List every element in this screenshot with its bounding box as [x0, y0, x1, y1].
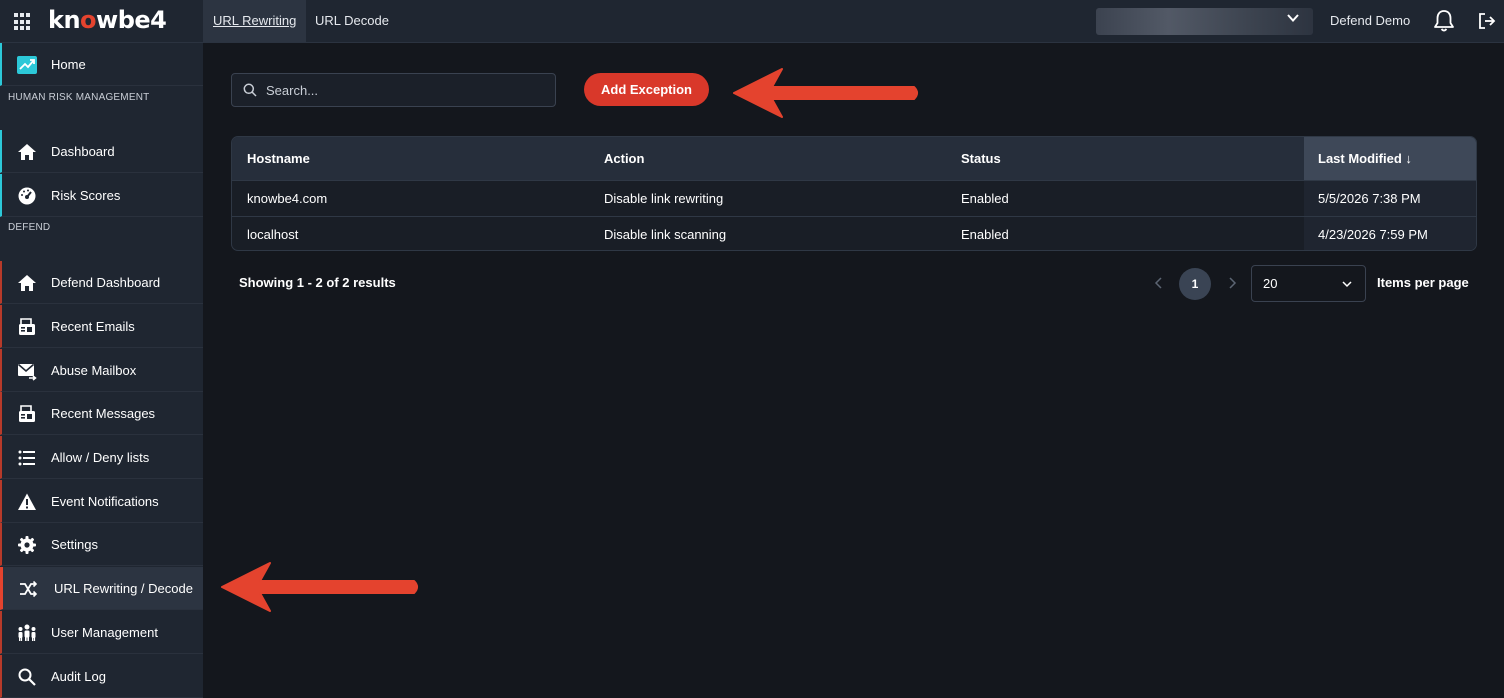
cell-last-modified: 5/5/2026 7:38 PM	[1304, 181, 1476, 216]
sidebar-item-label: User Management	[51, 625, 158, 640]
sidebar-item-user-management[interactable]: User Management	[0, 611, 203, 654]
table-row[interactable]: knowbe4.com Disable link rewriting Enabl…	[232, 180, 1476, 216]
sidebar-item-label: Allow / Deny lists	[51, 450, 150, 465]
bell-icon[interactable]	[1431, 8, 1457, 34]
sidebar-item-label: Defend Dashboard	[51, 275, 161, 290]
page-button-current[interactable]: 1	[1179, 268, 1211, 300]
account-selector[interactable]	[1096, 8, 1313, 35]
sidebar-item-label: Audit Log	[51, 669, 106, 684]
search-icon	[243, 83, 257, 97]
annotation-arrow-icon	[733, 68, 918, 118]
list-icon	[18, 450, 35, 466]
sidebar-item-label: Home	[51, 57, 86, 72]
sidebar-item-label: Dashboard	[51, 144, 115, 159]
chevron-down-icon	[1342, 281, 1352, 288]
search-input[interactable]	[266, 74, 546, 106]
sidebar-item-defend-dashboard[interactable]: Defend Dashboard	[0, 261, 203, 304]
tab-url-decode[interactable]: URL Decode	[305, 0, 399, 42]
cell-hostname: knowbe4.com	[247, 191, 328, 206]
exceptions-table: Hostname Action Status Last Modified ↓ k…	[231, 136, 1477, 251]
cell-status: Enabled	[961, 191, 1009, 206]
chevron-left-icon[interactable]	[1152, 276, 1166, 290]
cell-action: Disable link rewriting	[604, 191, 724, 206]
tab-url-rewriting[interactable]: URL Rewriting	[203, 0, 307, 42]
chevron-down-icon	[1287, 14, 1299, 22]
mail-forward-icon	[17, 363, 37, 381]
sidebar-item-label: URL Rewriting / Decode	[54, 581, 193, 596]
sidebar-item-label: Event Notifications	[51, 494, 159, 509]
message-list-icon	[19, 405, 35, 422]
gauge-icon	[18, 187, 36, 205]
section-label-hrm: HUMAN RISK MANAGEMENT	[8, 92, 150, 103]
logout-icon[interactable]	[1477, 11, 1497, 31]
column-header-status[interactable]: Status	[961, 137, 1001, 180]
add-exception-button[interactable]: Add Exception	[584, 73, 709, 106]
table-header: Hostname Action Status Last Modified ↓	[232, 137, 1476, 180]
sort-arrow-down-icon: ↓	[1405, 151, 1412, 166]
sidebar-item-risk-scores[interactable]: Risk Scores	[0, 174, 203, 217]
sidebar-item-home[interactable]: Home	[0, 43, 203, 86]
sidebar-item-url-rewriting-decode[interactable]: URL Rewriting / Decode	[0, 567, 203, 610]
table-row[interactable]: localhost Disable link scanning Enabled …	[232, 216, 1476, 250]
top-bar: knowbe4 URL Rewriting URL Decode Defend …	[0, 0, 1504, 43]
cell-action: Disable link scanning	[604, 227, 727, 242]
sidebar-item-abuse-mailbox[interactable]: Abuse Mailbox	[0, 349, 203, 392]
column-header-hostname[interactable]: Hostname	[247, 137, 310, 180]
home-icon	[18, 275, 36, 291]
column-header-last-modified[interactable]: Last Modified ↓	[1304, 137, 1476, 180]
column-header-action[interactable]: Action	[604, 137, 644, 180]
cell-hostname: localhost	[247, 227, 299, 242]
sidebar-item-label: Settings	[51, 537, 98, 552]
results-summary: Showing 1 - 2 of 2 results	[239, 275, 396, 290]
user-name[interactable]: Defend Demo	[1330, 0, 1410, 42]
items-per-page-select[interactable]: 20	[1251, 265, 1366, 302]
sidebar-item-event-notifications[interactable]: Event Notifications	[0, 480, 203, 523]
sidebar-item-allow-deny-lists[interactable]: Allow / Deny lists	[0, 436, 203, 479]
chevron-right-icon[interactable]	[1225, 276, 1239, 290]
cell-last-modified: 4/23/2026 7:59 PM	[1304, 217, 1476, 250]
sidebar-item-recent-emails[interactable]: Recent Emails	[0, 305, 203, 348]
sidebar-item-label: Recent Messages	[51, 406, 156, 421]
sidebar-item-label: Abuse Mailbox	[51, 363, 137, 378]
sidebar-item-label: Risk Scores	[51, 188, 121, 203]
sidebar-item-dashboard[interactable]: Dashboard	[0, 130, 203, 173]
shuffle-icon	[20, 580, 38, 598]
items-per-page-value: 20	[1263, 276, 1278, 291]
trend-chart-icon	[17, 56, 37, 74]
sidebar-item-audit-log[interactable]: Audit Log	[0, 655, 203, 698]
section-label-defend: DEFEND	[8, 222, 51, 233]
knowbe4-logo[interactable]: knowbe4	[48, 6, 167, 34]
warning-icon	[18, 493, 36, 510]
items-per-page-label: Items per page	[1377, 275, 1469, 290]
mail-list-icon	[19, 318, 35, 335]
gear-icon	[18, 536, 36, 554]
sidebar-item-settings[interactable]: Settings	[0, 523, 203, 566]
sidebar: Home HUMAN RISK MANAGEMENT Dashboard Ris…	[0, 43, 203, 698]
sidebar-item-label: Recent Emails	[51, 319, 135, 334]
annotation-arrow-icon	[221, 562, 418, 612]
sidebar-item-recent-messages[interactable]: Recent Messages	[0, 392, 203, 435]
column-header-label: Last Modified	[1318, 151, 1402, 166]
users-icon	[18, 624, 36, 641]
home-icon	[18, 144, 36, 160]
apps-grid-icon[interactable]	[14, 13, 32, 31]
cell-status: Enabled	[961, 227, 1009, 242]
search-icon	[18, 668, 36, 686]
search-box[interactable]	[231, 73, 556, 107]
